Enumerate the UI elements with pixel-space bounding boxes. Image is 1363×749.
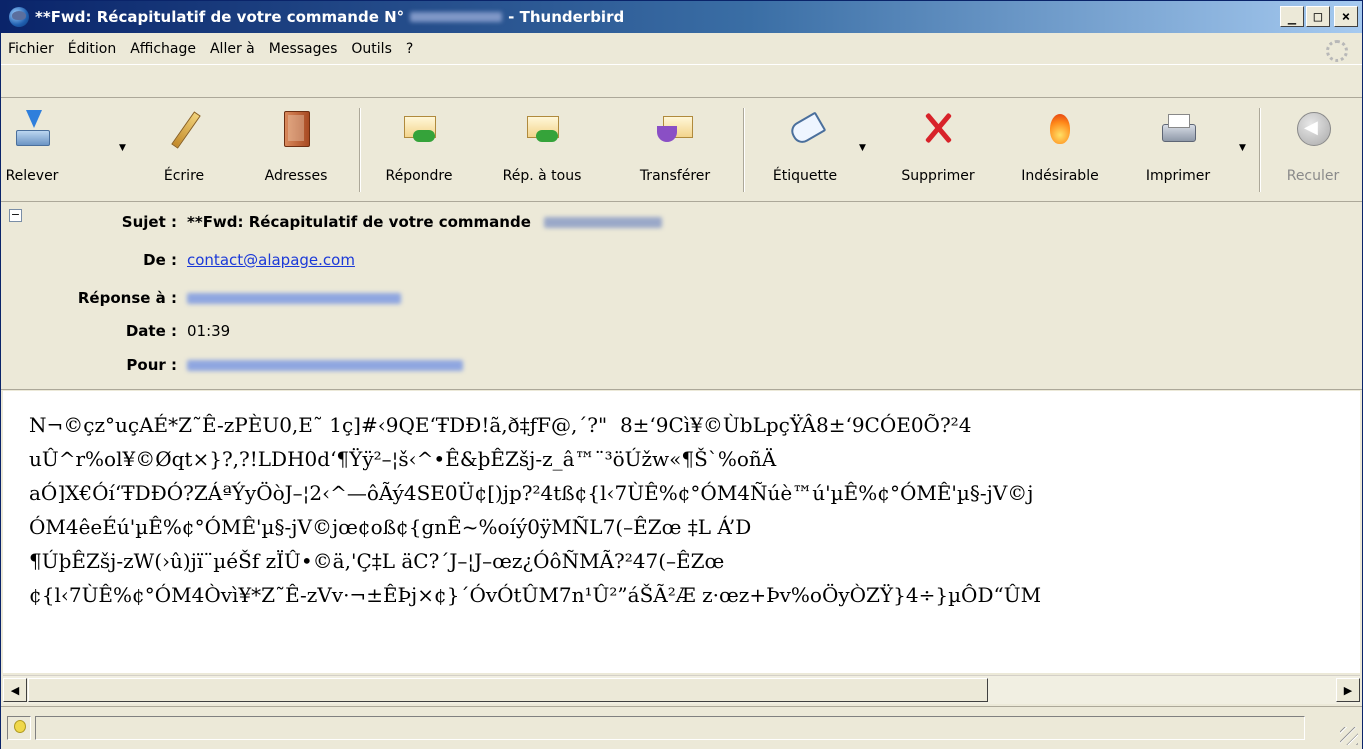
from-email-link[interactable]: contact@alapage.com	[187, 251, 355, 269]
menu-outils[interactable]: Outils	[344, 41, 398, 57]
date-value: 01:39	[187, 322, 231, 340]
security-bulb-icon[interactable]	[7, 716, 31, 740]
body-line: aÓ]X€Óí‘ŦDÐÓ?ZÁªÝyÖòJ–¦2‹^—ôÃý4SE0Ü¢[)jp…	[29, 481, 1034, 505]
relever-label: Relever	[5, 168, 59, 184]
status-text-field	[35, 716, 1305, 740]
supprimer-button[interactable]: Supprimer	[887, 98, 989, 200]
scrollbar-thumb[interactable]	[28, 678, 988, 702]
menu-affichage[interactable]: Affichage	[123, 41, 203, 57]
body-line: ¢{l‹7ÙÊ%¢°ÓM4Òvì¥*Z˜Ê-zVv·¬±ÊÞj×¢}´ÓvÓtÛ…	[29, 583, 1042, 607]
indesirable-button[interactable]: Indésirable	[999, 98, 1121, 200]
adresses-label: Adresses	[264, 168, 328, 184]
reply-to-label: Réponse à :	[77, 289, 177, 307]
header-reply-to-row: Réponse à :	[1, 284, 1362, 312]
toolbar-separator	[743, 108, 745, 192]
forward-icon	[655, 108, 695, 148]
transferer-button[interactable]: Transférer	[623, 98, 727, 200]
repondre-label: Répondre	[385, 168, 453, 184]
reply-all-button[interactable]: Rép. à tous	[479, 98, 605, 200]
header-date-row: Date : 01:39	[1, 317, 1362, 345]
toolbar-separator	[1259, 108, 1261, 192]
title-bar[interactable]: **Fwd: Récapitulatif de votre commande N…	[1, 1, 1362, 33]
scroll-left-button[interactable]: ◀	[3, 678, 27, 702]
etiquette-label: Étiquette	[772, 168, 838, 184]
subject-text: **Fwd: Récapitulatif de votre commande	[187, 213, 531, 231]
menu-messages[interactable]: Messages	[262, 41, 345, 57]
write-pencil-icon	[164, 108, 204, 148]
resize-grip-icon[interactable]	[1340, 727, 1358, 745]
reply-all-icon	[522, 108, 562, 148]
etiquette-dropdown-arrow[interactable]: ▼	[859, 143, 866, 153]
thunderbird-app-icon[interactable]	[9, 7, 29, 27]
subject-value: **Fwd: Récapitulatif de votre commande	[187, 213, 663, 231]
indesirable-label: Indésirable	[1021, 168, 1099, 184]
message-headers: − Sujet : **Fwd: Récapitulatif de votre …	[1, 200, 1362, 390]
main-toolbar: Relever ▼ Écrire Adresses Répondre Rép. …	[1, 97, 1362, 202]
body-line: ¶ÚþÊZšj-zW(›û)jï¨µéŠf zÏÛ•©ä,'Ç‡L äC?´J–…	[29, 549, 725, 573]
imprimer-dropdown-arrow[interactable]: ▼	[1239, 143, 1246, 153]
subject-label: Sujet :	[121, 213, 177, 231]
thunderbird-window: **Fwd: Récapitulatif de votre commande N…	[0, 0, 1363, 749]
ecrire-button[interactable]: Écrire	[149, 98, 219, 200]
get-mail-icon	[12, 108, 52, 148]
redacted-order-number	[410, 12, 503, 22]
ecrire-label: Écrire	[163, 168, 205, 184]
horizontal-scrollbar[interactable]: ◀ ▶	[3, 675, 1360, 704]
menu-bar: Fichier Édition Affichage Aller à Messag…	[1, 34, 1362, 65]
junk-flame-icon	[1040, 108, 1080, 148]
menu-aller-a[interactable]: Aller à	[203, 41, 262, 57]
redacted-subject-number	[544, 217, 663, 228]
status-bar	[1, 706, 1362, 749]
header-from-row: De : contact@alapage.com	[1, 246, 1362, 274]
body-line: uÛ^r%ol¥©Øqt×}?,?!LDH0d‘¶Ÿÿ²–¦š‹^•Ê&þÊZš…	[29, 447, 777, 471]
window-title-prefix: **Fwd: Récapitulatif de votre commande N…	[35, 8, 405, 26]
reculer-label: Reculer	[1286, 168, 1340, 184]
menu-fichier[interactable]: Fichier	[1, 41, 61, 57]
from-value: contact@alapage.com	[187, 251, 355, 269]
imprimer-label: Imprimer	[1145, 168, 1211, 184]
close-button[interactable]: ×	[1334, 6, 1358, 27]
toolbar-separator	[359, 108, 361, 192]
printer-icon	[1158, 108, 1198, 148]
message-body[interactable]: N¬©çz°uçAÉ*Z˜Ê-zPÈU0,E˜ 1ç]#‹9QE‘ŦDÐ!ã,ð…	[3, 391, 1360, 673]
body-line: ÓM4êeÉú'µÊ%¢°ÓMÊ'µ§-jV©jœ¢oß¢{gnÊ~%oíý0ÿ…	[29, 515, 752, 539]
body-line: N¬©çz°uçAÉ*Z˜Ê-zPÈU0,E˜ 1ç]#‹9QE‘ŦDÐ!ã,ð…	[29, 413, 972, 437]
window-controls: _ □ ×	[1280, 6, 1358, 27]
menu-edition[interactable]: Édition	[61, 41, 123, 57]
menu-aide[interactable]: ?	[399, 41, 420, 57]
address-book-icon	[276, 108, 316, 148]
delete-x-icon	[918, 108, 958, 148]
adresses-button[interactable]: Adresses	[251, 98, 341, 200]
window-title-suffix: - Thunderbird	[508, 8, 625, 26]
header-to-row: Pour :	[1, 351, 1362, 379]
redacted-reply-to-address	[187, 293, 401, 304]
redacted-to-address	[187, 360, 463, 371]
transferer-label: Transférer	[639, 168, 711, 184]
back-arrow-icon	[1293, 108, 1333, 148]
repondre-button[interactable]: Répondre	[373, 98, 465, 200]
imprimer-button[interactable]: Imprimer	[1135, 98, 1221, 200]
reculer-button[interactable]: Reculer	[1273, 98, 1353, 200]
minimize-button[interactable]: _	[1280, 6, 1304, 27]
tag-icon	[785, 108, 825, 148]
date-label: Date :	[125, 322, 177, 340]
relever-dropdown-arrow[interactable]: ▼	[119, 143, 126, 153]
reply-all-label: Rép. à tous	[502, 168, 582, 184]
maximize-button[interactable]: □	[1306, 6, 1330, 27]
reply-to-value[interactable]	[187, 289, 401, 307]
activity-throbber-icon	[1326, 40, 1348, 62]
to-label: Pour :	[126, 356, 177, 374]
etiquette-button[interactable]: Étiquette	[759, 98, 851, 200]
from-label: De :	[143, 251, 177, 269]
header-subject-row: Sujet : **Fwd: Récapitulatif de votre co…	[1, 208, 1362, 236]
scroll-right-button[interactable]: ▶	[1336, 678, 1360, 702]
reply-icon	[399, 108, 439, 148]
supprimer-label: Supprimer	[901, 168, 975, 184]
relever-button[interactable]: Relever	[1, 98, 63, 200]
to-value[interactable]	[187, 356, 463, 374]
